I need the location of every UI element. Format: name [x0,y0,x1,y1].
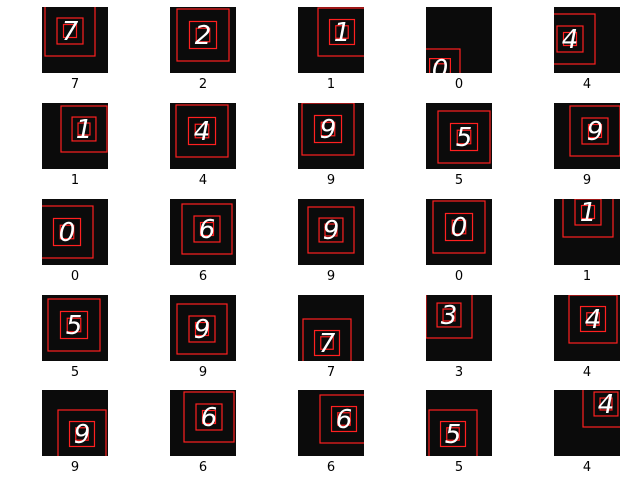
digit-label: 7 [70,77,80,92]
digit-image: 5 [426,103,492,169]
handwritten-digit: 0 [59,218,76,248]
digit-label: 4 [582,77,592,92]
digit-image: 1 [42,103,108,169]
digit-image: 0 [426,199,492,265]
digit-label: 2 [198,77,208,92]
digit-label: 6 [326,460,336,475]
digit-label: 1 [70,173,80,188]
digit-image: 6 [298,390,364,456]
digit-image: 5 [426,390,492,456]
digit-label: 9 [70,460,80,475]
digit-label: 1 [582,269,592,284]
digit-label: 4 [582,460,592,475]
digit-image: 4 [554,295,620,361]
digit-image: 6 [170,199,236,265]
digit-label: 4 [582,365,592,380]
handwritten-digit: 5 [445,420,462,450]
digit-grid: 7722110044114499559900669900115599773344… [0,0,640,480]
digit-image: 0 [426,7,492,73]
digit-label: 5 [70,365,80,380]
handwritten-digit: 2 [195,21,212,51]
digit-label: 6 [198,460,208,475]
handwritten-digit: 4 [194,117,211,147]
digit-image: 9 [298,103,364,169]
handwritten-digit: 9 [320,115,337,145]
handwritten-digit: 6 [199,215,216,245]
digit-image: 4 [170,103,236,169]
digit-label: 9 [326,269,336,284]
handwritten-digit: 5 [456,123,473,153]
digit-label: 9 [326,173,336,188]
digit-image: 1 [554,199,620,265]
digit-image: 4 [554,7,620,73]
digit-label: 1 [326,77,336,92]
digit-image: 9 [554,103,620,169]
digit-label: 4 [198,173,208,188]
digit-label: 0 [454,269,464,284]
digit-label: 7 [326,365,336,380]
digit-image: 9 [298,199,364,265]
digit-image: 5 [42,295,108,361]
digit-label: 9 [198,365,208,380]
handwritten-digit: 7 [319,329,336,359]
digit-image: 9 [42,390,108,456]
digit-label: 9 [582,173,592,188]
digit-image: 7 [42,7,108,73]
handwritten-digit: 4 [598,390,615,420]
digit-image: 4 [554,390,620,456]
handwritten-digit: 9 [74,420,91,450]
digit-label: 6 [198,269,208,284]
digit-label: 5 [454,173,464,188]
handwritten-digit: 7 [62,17,79,47]
handwritten-digit: 1 [76,115,93,145]
handwritten-digit: 9 [323,216,340,246]
handwritten-digit: 5 [66,311,83,341]
handwritten-digit: 4 [585,305,602,335]
handwritten-digit: 4 [562,25,579,55]
handwritten-digit: 0 [451,213,468,243]
handwritten-digit: 0 [432,55,449,73]
handwritten-digit: 9 [587,117,604,147]
digit-image: 3 [426,295,492,361]
digit-image: 6 [170,390,236,456]
digit-image: 9 [170,295,236,361]
digit-image: 1 [298,7,364,73]
digit-image: 7 [298,295,364,361]
handwritten-digit: 1 [334,18,351,48]
digit-label: 5 [454,460,464,475]
digit-label: 0 [454,77,464,92]
digit-label: 0 [70,269,80,284]
handwritten-digit: 6 [336,405,353,435]
digit-label: 3 [454,365,464,380]
digit-image: 0 [42,199,108,265]
handwritten-digit: 3 [441,301,458,331]
digit-image: 2 [170,7,236,73]
handwritten-digit: 6 [201,403,218,433]
handwritten-digit: 1 [580,199,597,228]
handwritten-digit: 9 [194,315,211,345]
